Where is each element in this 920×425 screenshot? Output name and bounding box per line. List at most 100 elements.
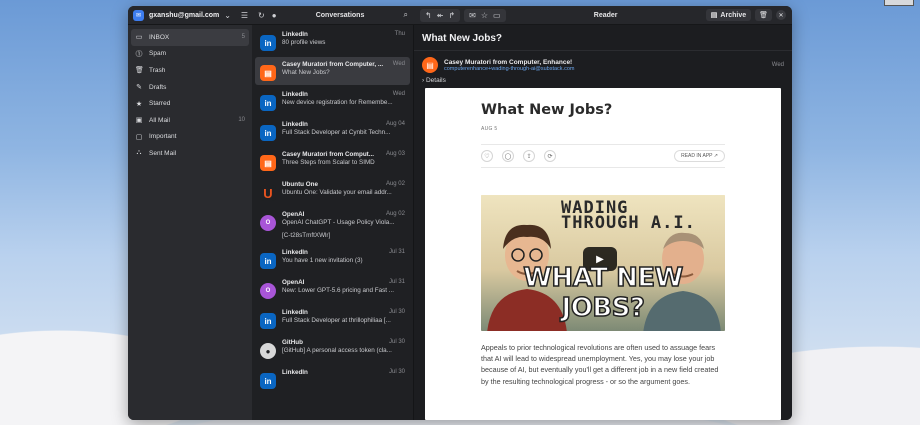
conversation-item[interactable]: O OpenAI Jul 31 New: Lower GPT-5.6 pricing … [255,275,410,303]
message-date: Wed [771,62,784,68]
conversation-content: Casey Muratori from Comput... Aug 03 Three… [282,151,405,171]
reader-pane: What New Jobs? ▤ Casey Muratori from Com… [414,25,792,420]
conversation-content: Ubuntu One Aug 02 Ubuntu One: Validate you… [282,181,405,201]
close-button[interactable]: ✕ [776,10,786,20]
post-title[interactable]: What New Jobs? [481,102,725,118]
like-icon[interactable]: ♡ [481,150,493,162]
conversation-date: Wed [392,91,405,97]
share-icon[interactable]: ⇪ [523,150,535,162]
archive-button[interactable]: ▤ Archive [705,9,752,21]
conversation-item[interactable]: ▤ Casey Muratori from Computer, ... Wed Wha… [255,57,410,85]
sidebar-item-drafts[interactable]: ✎ Drafts [131,79,249,96]
video-thumbnail[interactable]: WADING THROUGH A.I. ▶ WHAT NEW JOBS? [481,195,725,331]
conversation-sender: LinkedIn [282,31,308,38]
forward-icon[interactable]: ↱ [448,11,455,20]
sidebar-item-count: 10 [238,117,245,124]
sidebar-item-count: 5 [241,34,245,41]
conversation-item[interactable]: in LinkedIn Wed New device registration for… [255,87,410,115]
sidebar-item-label: Starred [149,100,171,108]
sidebar-item-trash[interactable]: 🗑 Trash [131,62,249,79]
search-icon[interactable]: ⌕ [404,10,408,20]
reply-all-icon[interactable]: ↞ [437,11,444,20]
conversation-item[interactable]: in LinkedIn Jul 30 [255,365,410,393]
sidebar-item-starred[interactable]: ★ Starred [131,95,249,112]
refresh-icon[interactable]: ↻ [258,11,265,20]
sender-avatar: ▤ [422,57,438,73]
substack-avatar-icon: ▤ [260,65,276,81]
post-actions: ♡ ◯ ⇪ ⟳ READ IN APP ↗ [481,144,725,168]
reply-icon[interactable]: ↰ [425,11,432,20]
drafts-icon: ✎ [136,84,142,92]
conversation-list: in LinkedIn Thu 80 profile views ▤ Casey Mura… [252,25,414,420]
openai-avatar-icon: O [260,215,276,231]
comment-icon[interactable]: ◯ [502,150,514,162]
conversation-header: OpenAI Aug 02 [282,211,405,218]
substack-avatar-icon: ▤ [260,155,276,171]
conversation-sender: LinkedIn [282,309,308,316]
linkedin-avatar-icon: in [260,35,276,51]
reader-title: Reader [593,11,618,19]
conversation-header: LinkedIn Jul 30 [282,309,405,316]
details-toggle[interactable]: › Details [414,75,792,88]
reader-header: ↰ ↞ ↱ ✉ ☆ ▭ Reader ▤ Archive 🗑 ✕ [414,6,792,24]
account-switcher[interactable]: gxanshu@gmail.com [149,12,219,19]
delete-button[interactable]: 🗑 [755,9,772,21]
conversation-subject: Ubuntu One: Validate your email addr... [282,189,392,196]
conversation-sender: OpenAI [282,279,305,286]
folder-icon[interactable]: ▭ [493,11,501,20]
sidebar-item-label: Important [149,133,177,141]
conversation-date: Jul 31 [388,249,405,255]
conversation-item[interactable]: in LinkedIn Aug 04 Full Stack Developer at … [255,117,410,145]
folder-sidebar: ▭ INBOX 5 ⓵ Spam 🗑 Trash ✎ Drafts ★ Starred ▣ All Ma… [128,25,252,420]
window-body: ▭ INBOX 5 ⓵ Spam 🗑 Trash ✎ Drafts ★ Starred ▣ All Ma… [128,25,792,420]
conversations-header: ↻ ● Conversations ⌕ [252,6,414,24]
details-label: Details [425,77,446,84]
conversation-content: LinkedIn Wed New device registration for R… [282,91,405,111]
conversation-header: Ubuntu One Aug 02 [282,181,405,188]
conversation-sender: GitHub [282,339,303,346]
sent-mail-icon: ⛬ [136,149,142,157]
archive-label: Archive [720,11,747,19]
star-icon[interactable]: ☆ [481,11,488,20]
ubuntu-avatar-icon: U [260,185,276,201]
conversation-subject: New: Lower GPT-5.6 pricing and Fast ... [282,287,394,294]
conversation-item[interactable]: in LinkedIn Jul 31 You have 1 new invitatio… [255,245,410,273]
sidebar-item-important[interactable]: ▢ Important [131,129,249,146]
conversation-item[interactable]: U Ubuntu One Aug 02 Ubuntu One: Validate yo… [255,177,410,205]
conversation-item[interactable]: in LinkedIn Thu 80 profile views [255,27,410,55]
conversation-subject: [GitHub] A personal access token (cla... [282,347,392,354]
sidebar-item-sent-mail[interactable]: ⛬ Sent Mail [131,145,249,162]
conversation-item[interactable]: ● GitHub Jul 30 [GitHub] A personal access … [255,335,410,363]
conversation-item[interactable]: O OpenAI Aug 02 OpenAI ChatGPT - Usage Poli… [255,207,410,243]
conversation-content: LinkedIn Thu 80 profile views [282,31,405,51]
conversation-content: LinkedIn Jul 31 You have 1 new invitation … [282,249,405,269]
trash-icon: 🗑 [759,12,768,19]
conversation-sender: LinkedIn [282,91,308,98]
sidebar-item-all-mail[interactable]: ▣ All Mail 10 [131,112,249,129]
menu-icon[interactable]: ☰ [241,11,248,20]
archive-icon: ▤ [710,12,718,19]
conversation-date: Aug 02 [385,181,405,187]
conversation-content: OpenAI Jul 31 New: Lower GPT-5.6 pricing a… [282,279,405,299]
reader-subject-bar: What New Jobs? [414,25,792,51]
read-in-app-button[interactable]: READ IN APP ↗ [674,150,725,162]
conversation-content: OpenAI Aug 02 OpenAI ChatGPT - Usage Polic… [282,211,405,239]
conversation-item[interactable]: ▤ Casey Muratori from Comput... Aug 03 Thre… [255,147,410,175]
sender-row: ▤ Casey Muratori from Computer, Enhance!… [414,51,792,75]
conversation-subject: Full Stack Developer at Cynbit Techn... [282,129,391,136]
chevron-down-icon[interactable]: ⌄ [224,11,231,20]
sidebar-item-inbox[interactable]: ▭ INBOX 5 [131,29,249,46]
restack-icon[interactable]: ⟳ [544,150,556,162]
trash-icon: 🗑 [135,67,144,75]
star-icon: ★ [135,100,143,108]
conversation-item[interactable]: in LinkedIn Jul 30 Full Stack Developer at … [255,305,410,333]
linkedin-avatar-icon: in [260,253,276,269]
linkedin-avatar-icon: in [260,313,276,329]
sender-email[interactable]: computerenhance+wading-through-ai@substa… [444,66,766,72]
sidebar-item-spam[interactable]: ⓵ Spam [131,46,249,63]
mark-unread-icon[interactable]: ✉ [469,11,476,20]
conversation-header: LinkedIn Thu [282,31,405,38]
linkedin-avatar-icon: in [260,373,276,389]
conversation-sender: LinkedIn [282,369,308,376]
conversation-subject: Three Steps from Scalar to SIMD [282,159,375,166]
